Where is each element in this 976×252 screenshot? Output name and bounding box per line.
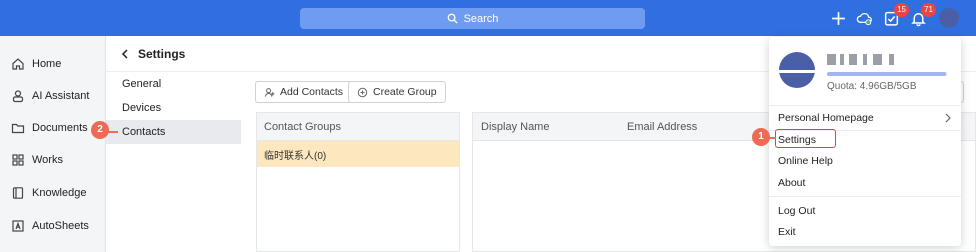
menu-item-label: Exit: [778, 226, 796, 238]
menu-item-label: Log Out: [778, 205, 816, 217]
nav-item-home[interactable]: Home: [0, 54, 106, 74]
column-email-address[interactable]: Email Address: [627, 121, 697, 133]
settings-menu: General Devices Contacts: [106, 72, 241, 252]
settings-menu-label: Contacts: [122, 126, 166, 138]
add-icon[interactable]: [829, 9, 847, 27]
step-2-badge: 2: [91, 121, 109, 139]
contact-group-label: 临时联系人(0): [264, 150, 327, 162]
menu-item-online-help[interactable]: Online Help: [769, 150, 961, 172]
quota-bar: [827, 72, 947, 76]
column-display-name[interactable]: Display Name: [481, 121, 549, 133]
top-bar: Search 15 71: [0, 0, 976, 36]
tasks-badge: 15: [894, 3, 909, 17]
search-icon: [447, 13, 458, 24]
divider: [769, 105, 961, 106]
nav-item-ai-assistant[interactable]: AI Assistant: [0, 86, 106, 106]
tasks-icon[interactable]: 15: [882, 3, 909, 27]
settings-menu-label: Devices: [122, 102, 162, 114]
nav-item-works[interactable]: Works: [0, 150, 106, 170]
menu-item-about[interactable]: About: [769, 172, 961, 194]
menu-item-personal-homepage[interactable]: Personal Homepage: [769, 107, 961, 129]
quota-bar-fill: [827, 72, 947, 76]
nav-label-documents: Documents: [32, 122, 88, 134]
home-icon: [12, 58, 24, 70]
search-label: Search: [463, 12, 499, 25]
menu-item-exit[interactable]: Exit: [769, 221, 961, 243]
add-contacts-button[interactable]: Add Contacts: [255, 81, 353, 103]
contact-groups-header: Contact Groups: [257, 113, 459, 141]
chevron-right-icon: [945, 113, 951, 123]
nav-label-works: Works: [32, 154, 63, 166]
divider: [769, 196, 961, 197]
notifications-icon[interactable]: 71: [909, 3, 936, 27]
add-contacts-label: Add Contacts: [280, 86, 344, 98]
add-contact-icon: [264, 87, 275, 97]
plus-circle-icon: [357, 87, 368, 97]
ai-assistant-icon: [12, 90, 24, 103]
step-1-badge: 1: [752, 128, 770, 146]
quota-text: Quota: 4.96GB/5GB: [827, 81, 917, 92]
nav-label-knowledge: Knowledge: [32, 187, 87, 199]
search-bar[interactable]: Search: [300, 8, 645, 29]
settings-menu-general[interactable]: General: [106, 72, 241, 96]
dropdown-avatar: [779, 52, 815, 88]
create-group-label: Create Group: [373, 86, 437, 98]
redacted-username: [827, 54, 897, 66]
notifications-badge: 71: [921, 3, 936, 17]
nav-item-knowledge[interactable]: Knowledge: [0, 183, 106, 203]
cloud-sync-icon[interactable]: [855, 9, 873, 27]
settings-menu-devices[interactable]: Devices: [106, 96, 241, 120]
left-nav: Home AI Assistant Documents Works Knowle…: [0, 36, 106, 252]
nav-label-ai-assistant: AI Assistant: [32, 90, 90, 102]
menu-item-label: About: [778, 177, 806, 189]
nav-item-autosheets[interactable]: AutoSheets: [0, 216, 106, 236]
autosheets-icon: [12, 220, 24, 232]
user-avatar[interactable]: [939, 8, 959, 28]
menu-item-label: Online Help: [778, 155, 833, 167]
create-group-button[interactable]: Create Group: [348, 81, 446, 103]
grid-icon: [12, 154, 24, 166]
folder-icon: [11, 123, 25, 134]
contact-group-row[interactable]: 临时联系人(0): [257, 141, 459, 167]
menu-item-log-out[interactable]: Log Out: [769, 200, 961, 222]
page-title: Settings: [138, 46, 186, 61]
settings-menu-label: General: [122, 78, 162, 90]
book-icon: [12, 187, 24, 199]
settings-highlight-box: [775, 129, 836, 148]
back-chevron-icon[interactable]: [120, 48, 130, 59]
menu-item-label: Personal Homepage: [778, 112, 874, 124]
contact-groups-panel: Contact Groups 临时联系人(0): [256, 112, 460, 252]
settings-menu-contacts[interactable]: Contacts: [106, 120, 241, 144]
nav-label-home: Home: [32, 58, 62, 70]
nav-label-autosheets: AutoSheets: [32, 220, 89, 232]
